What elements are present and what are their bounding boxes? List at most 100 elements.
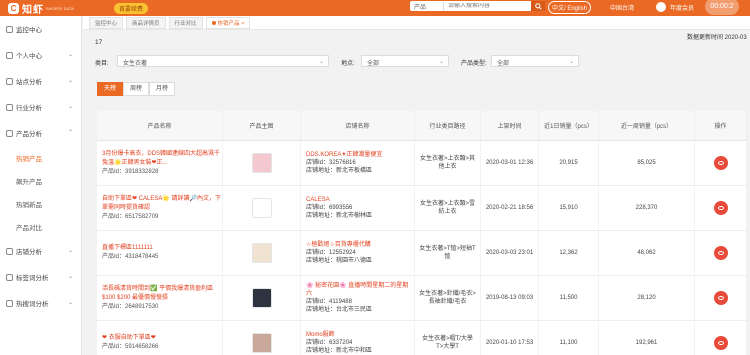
tab-industry-compare[interactable]: 行业对比 [168,16,203,29]
store-name-link[interactable]: 🌸 秘密花園🌸 直播時間星期二的星期六 [306,282,414,298]
view-button[interactable] [713,336,728,350]
monitor-icon [6,25,13,33]
chevron-down-icon: ⌄ [67,248,73,254]
store-name-link[interactable]: DDS.KOREA✦正韓潮量便宜 [306,151,382,159]
product-name-link[interactable]: 自助下單區❤ CALESA🌟 請詳讀🔎內文，下單需同時提貨確認 [102,195,222,213]
sidebar-item-site[interactable]: 站点分析 ⌄ [0,68,81,94]
product-name-cell: 活長碼清貨時間到✅ 平價我爆清貨盈利區$100 $200 最優價慢慢摃 产品Id… [97,276,223,320]
chevron-down-icon: ⌄ [67,274,73,280]
search-input[interactable] [444,3,522,9]
search-category-select[interactable]: 产品 [410,1,444,11]
table-body: 3月份爆卡高衣，DDS韓國連線四大超高濕千兔溫🌟正韓男女裝❤正... 产品Id：… [97,141,747,355]
chart-icon [6,103,13,111]
store-name-link[interactable]: Momo服飾 [306,331,335,339]
product-name-link[interactable]: 活長碼清貨時間到✅ 平價我爆清貨盈利區$100 $200 最優價慢慢摃 [102,285,222,303]
tab-hot-products[interactable]: 热销产品 × [205,16,251,29]
product-thumbnail[interactable] [251,153,272,173]
sidebar-subitem-new[interactable]: 热销新品 [0,192,81,215]
store-name-link[interactable]: ☆極歡絕☆百貨專櫃代購 [306,241,371,249]
sidebar-subitem-hot[interactable]: 热销产品 [0,146,81,169]
product-thumbnail[interactable] [251,333,272,353]
type-select[interactable]: 全部 ⌄ [491,55,579,67]
sidebar-item-personal[interactable]: 个人中心 ⌄ [0,42,81,68]
product-id: 产品Id：5914658266 [102,344,159,350]
column-header[interactable]: 近1日销量（pcs） [539,111,599,140]
range-tabs: 天榜 周榜 月榜 [97,82,176,96]
listing-time: 2020-01-10 17:53 [481,321,539,355]
product-thumbnail[interactable] [251,198,272,218]
product-thumbnail[interactable] [251,243,272,263]
view-button[interactable] [713,246,728,260]
listing-time: 2020-03-01 12:36 [481,141,539,185]
store-cell: DDS.KOREA✦正韓潮量便宜 店铺Id：32576816 店铺地址：新北市板… [301,141,415,185]
category-value: 女生衣著 [123,61,148,67]
store-id: 店铺Id：6337204 [306,340,353,346]
tab-monthly[interactable]: 月榜 [149,82,176,96]
store-id: 店铺Id：4119488 [306,299,352,305]
page-tabs: 监控中心 商品详情页 行业对比 热销产品 × [83,16,750,30]
sidebar-item-product[interactable]: 产品分析 ⌃ [0,120,81,146]
action-cell [695,321,747,355]
sidebar-item-hotsearch[interactable]: 热搜词分析 ⌄ [0,290,81,316]
listing-time: 2020-03-03 23:01 [481,231,539,275]
store-name-link[interactable]: CALESA [306,196,330,204]
category-path: 女生衣著>上衣類>雪紡上衣 [415,186,481,230]
product-thumbnail[interactable] [251,288,272,308]
category-path: 女生衣著>針織/毛衣>長袖針織/毛衣 [415,276,481,320]
product-name-cell: 自助下單區❤ CALESA🌟 請詳讀🔎內文，下單需同時提貨確認 产品Id：651… [97,186,223,230]
language-toggle[interactable]: 中文/ English [548,1,592,14]
category-label: 类目: [95,61,109,67]
product-image-cell [223,276,301,320]
sidebar-item-industry[interactable]: 行业分析 ⌄ [0,94,81,120]
sidebar-item-label: 监控中心 [16,27,42,34]
listing-time: 2019-08-13 09:03 [481,276,539,320]
logo-subtext: SHOPEE DATA [46,5,74,11]
logo[interactable]: C 知虾 SHOPEE DATA [0,1,92,16]
category-select[interactable]: 女生衣著 ⌄ [117,55,329,67]
sidebar-item-label: 产品分析 [16,131,42,138]
chevron-down-icon: ⌄ [568,59,574,65]
store-cell: Momo服飾 店铺Id：6337204 店铺地址：新北市中和區 [301,321,415,355]
category-path: 女生衣著>上衣類>其他上衣 [415,141,481,185]
sidebar-item-tag[interactable]: 标签词分析 ⌄ [0,264,81,290]
timer-badge: 00:00:2 [705,0,739,15]
membership-label[interactable]: 年度会员 [670,3,694,12]
region-select[interactable]: 中国台湾 [610,3,634,12]
update-time: 数据更新时间 2020-03 [687,35,747,41]
product-id: 产品Id：4318478445 [102,254,159,260]
view-button[interactable] [713,156,728,170]
renew-button[interactable]: 首要续费 [114,2,149,14]
avatar[interactable] [656,2,666,12]
product-name-link[interactable]: ❤ 衣服自助下單區❤ [102,334,156,343]
sidebar-item-store[interactable]: 店铺分析 ⌄ [0,238,81,264]
product-id: 产品Id：3918332828 [102,168,159,175]
location-select[interactable]: 全部 ⌄ [361,55,449,67]
column-header[interactable]: 近一周销量（pcs） [599,111,695,140]
tab-daily[interactable]: 天榜 [97,82,124,96]
tab-product-detail[interactable]: 商品详情页 [126,16,166,29]
sidebar-item-label: 标签词分析 [16,275,49,282]
product-name-link[interactable]: 直播下標區1111111 [102,244,153,253]
product-image-cell [223,186,301,230]
product-name-link[interactable]: 3月份爆卡高衣，DDS韓國連線四大超高濕千兔溫🌟正韓男女裝❤正... [102,150,222,168]
store-address: 店铺地址：新北市中和區 [306,348,373,354]
app-window: C 知虾 SHOPEE DATA 首要续费 产品 中文/ English 中国台… [0,0,750,355]
column-header: 产品主图 [223,111,301,140]
week-sales: 28,120 [599,276,695,320]
search-button[interactable] [531,1,545,11]
sidebar-item-monitor[interactable]: 监控中心 [0,16,81,42]
tab-monitor[interactable]: 监控中心 [89,16,124,29]
view-button[interactable] [713,201,728,215]
sidebar-subitem-rising[interactable]: 飙升产品 [0,169,81,192]
column-header: 行业类目路径 [415,111,481,140]
view-button[interactable] [713,291,728,305]
fire-icon [6,299,13,307]
store-address: 店铺地址：台北市三民區 [306,307,373,313]
tab-weekly[interactable]: 周榜 [123,82,150,96]
sidebar-subitem-compare[interactable]: 产品对比 [0,215,81,238]
result-count: 17 [95,39,103,46]
tag-icon [6,273,13,281]
chevron-down-icon: ⌄ [67,300,73,306]
table-header: 产品名称 产品主图 店铺名称 行业类目路径 上架时间 近1日销量（pcs） 近一… [97,111,747,141]
day-sales: 11,100 [539,321,599,355]
